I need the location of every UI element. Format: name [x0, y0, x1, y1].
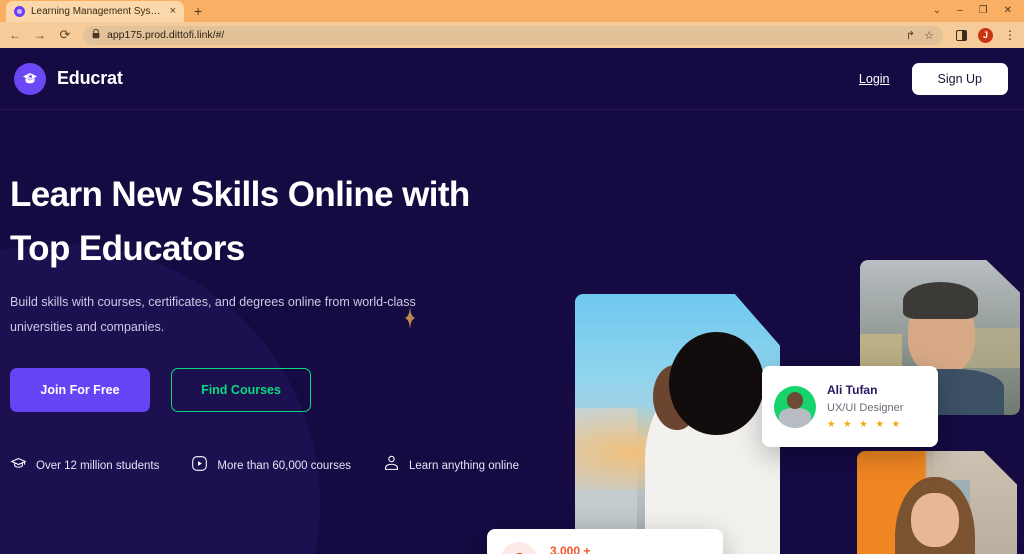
- hero-image-bottom-right: [857, 451, 1017, 554]
- free-courses-text: 3.000 + Free Courses: [550, 544, 620, 554]
- tutor-card-text: Ali Tufan UX/UI Designer ★ ★ ★ ★ ★: [827, 383, 903, 430]
- play-circle-icon: [191, 455, 208, 477]
- stat-label: Over 12 million students: [36, 459, 160, 472]
- browser-tab-title: Learning Management System: [31, 6, 162, 17]
- site-favicon-icon: [14, 6, 25, 17]
- address-bar[interactable]: app175.prod.dittofi.link/#/ ↱ ☆: [83, 25, 943, 45]
- briefcase-icon: [501, 542, 537, 554]
- brand-name: Educrat: [57, 68, 123, 88]
- login-link[interactable]: Login: [859, 72, 890, 86]
- browser-menu-icon[interactable]: ⋮: [1004, 28, 1016, 42]
- page-content: Educrat Login Sign Up Learn New Skills O…: [0, 48, 1024, 554]
- graduation-cap-logo-icon: [14, 62, 46, 95]
- user-icon: [383, 454, 400, 477]
- reload-icon[interactable]: ⟳: [58, 27, 72, 43]
- minimize-icon[interactable]: –: [957, 6, 963, 16]
- hero-heading-line1: Learn New Skills Online with: [10, 175, 470, 214]
- back-icon[interactable]: ←: [8, 28, 22, 42]
- new-tab-button[interactable]: +: [194, 3, 202, 19]
- free-courses-count: 3.000 +: [550, 543, 591, 554]
- bookmark-icon[interactable]: ☆: [924, 29, 934, 42]
- hero-cta-row: Join For Free Find Courses: [10, 368, 500, 412]
- url-text: app175.prod.dittofi.link/#/: [107, 29, 225, 41]
- window-controls: ⌄ – ❐ ✕: [933, 0, 1020, 22]
- chevron-down-icon[interactable]: ⌄: [933, 6, 941, 16]
- join-for-free-button[interactable]: Join For Free: [10, 368, 150, 412]
- stat-label: More than 60,000 courses: [217, 459, 351, 472]
- tutor-avatar: [774, 385, 816, 428]
- hero-subtitle: Build skills with courses, certificates,…: [10, 295, 416, 334]
- brand[interactable]: Educrat: [14, 62, 123, 95]
- site-header: Educrat Login Sign Up: [0, 48, 1024, 110]
- browser-tab-strip: Learning Management System × + ⌄ – ❐ ✕: [0, 0, 1024, 22]
- hero-stats-row: Over 12 million students More than 60,00…: [10, 454, 519, 477]
- lock-icon: [92, 28, 100, 41]
- tutor-card: Ali Tufan UX/UI Designer ★ ★ ★ ★ ★: [762, 366, 938, 447]
- browser-toolbar: ← → ⟳ app175.prod.dittofi.link/#/ ↱ ☆ J …: [0, 22, 1024, 48]
- tutor-name: Ali Tufan: [827, 383, 878, 397]
- find-courses-button[interactable]: Find Courses: [171, 368, 311, 412]
- browser-tab[interactable]: Learning Management System ×: [6, 1, 184, 22]
- stat-label: Learn anything online: [408, 459, 519, 472]
- stat-item-courses: More than 60,000 courses: [191, 455, 351, 477]
- hero-text-block: Learn New Skills Online with Top Educato…: [10, 168, 519, 477]
- profile-avatar[interactable]: J: [978, 27, 993, 43]
- hero-image-main: [575, 294, 780, 554]
- graduation-cap-icon: [10, 455, 27, 477]
- close-icon[interactable]: ×: [168, 6, 178, 17]
- window-close-icon[interactable]: ✕: [1004, 6, 1012, 16]
- free-courses-card: 3.000 + Free Courses: [487, 529, 723, 554]
- hero-heading-line2: Top Educators: [10, 229, 245, 268]
- tutor-role: UX/UI Designer: [827, 402, 904, 414]
- signup-button[interactable]: Sign Up: [911, 62, 1008, 95]
- side-panel-icon[interactable]: [956, 29, 967, 41]
- browser-window: Learning Management System × + ⌄ – ❐ ✕ ←…: [0, 0, 1024, 554]
- share-icon[interactable]: ↱: [906, 29, 915, 42]
- maximize-icon[interactable]: ❐: [979, 6, 988, 16]
- header-actions: Login Sign Up: [859, 62, 1008, 95]
- stat-item-anything-online: Learn anything online: [383, 454, 519, 477]
- hero-heading: Learn New Skills Online with Top Educato…: [10, 168, 500, 276]
- forward-icon[interactable]: →: [33, 28, 47, 42]
- hero-section: Learn New Skills Online with Top Educato…: [0, 110, 1024, 554]
- rating-stars: ★ ★ ★ ★ ★: [827, 419, 903, 430]
- stat-item-students: Over 12 million students: [10, 455, 159, 477]
